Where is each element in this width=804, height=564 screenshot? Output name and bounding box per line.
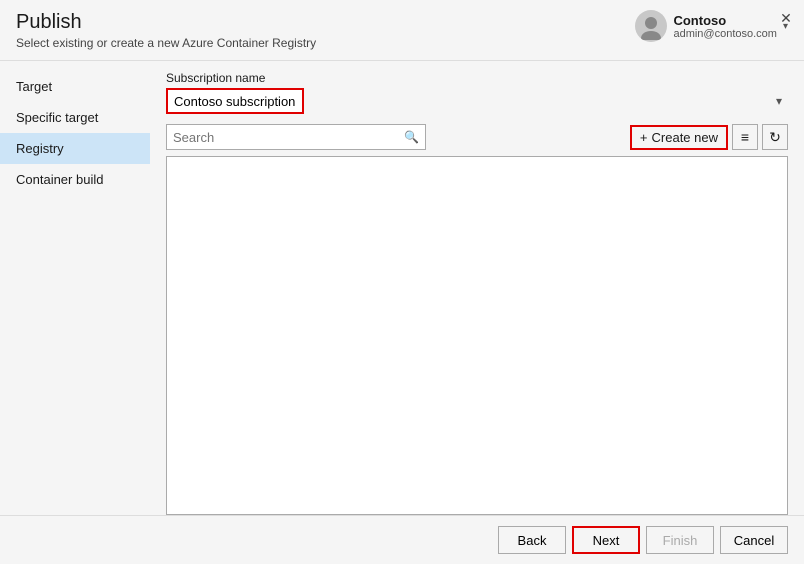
subscription-field-group: Subscription name Contoso subscription	[166, 71, 788, 114]
finish-button[interactable]: Finish	[646, 526, 714, 554]
sidebar-item-target[interactable]: Target	[0, 71, 150, 102]
title-bar: Publish Select existing or create a new …	[0, 0, 804, 54]
user-name: Contoso	[673, 13, 777, 28]
create-new-label: Create new	[652, 130, 718, 145]
registry-list	[166, 156, 788, 515]
subscription-select-wrapper: Contoso subscription	[166, 88, 788, 114]
toolbar-actions: + Create new ≡ ↻	[630, 124, 788, 150]
sidebar-item-specific-target[interactable]: Specific target	[0, 102, 150, 133]
refresh-button[interactable]: ↻	[762, 124, 788, 150]
user-avatar	[635, 10, 667, 42]
subscription-label: Subscription name	[166, 71, 788, 85]
refresh-icon: ↻	[769, 129, 781, 146]
search-icon: 🔍	[404, 130, 419, 144]
footer: Back Next Finish Cancel	[0, 515, 804, 564]
dialog-title: Publish	[16, 10, 316, 34]
title-left: Publish Select existing or create a new …	[16, 10, 316, 50]
user-email: admin@contoso.com	[673, 28, 777, 40]
user-info: Contoso admin@contoso.com	[673, 13, 777, 40]
search-input[interactable]	[173, 130, 404, 145]
back-button[interactable]: Back	[498, 526, 566, 554]
sidebar: Target Specific target Registry Containe…	[0, 71, 150, 515]
close-button[interactable]: ✕	[776, 8, 796, 28]
sidebar-item-container-build[interactable]: Container build	[0, 164, 150, 195]
content-area: Target Specific target Registry Containe…	[0, 61, 804, 515]
columns-button[interactable]: ≡	[732, 124, 758, 150]
main-panel: Subscription name Contoso subscription 🔍…	[150, 71, 804, 515]
plus-icon: +	[640, 130, 648, 145]
columns-icon: ≡	[741, 129, 749, 145]
search-box: 🔍	[166, 124, 426, 150]
create-new-button[interactable]: + Create new	[630, 125, 728, 150]
publish-dialog: Publish Select existing or create a new …	[0, 0, 804, 564]
toolbar-row: 🔍 + Create new ≡ ↻	[166, 124, 788, 150]
dialog-subtitle: Select existing or create a new Azure Co…	[16, 36, 316, 50]
user-section: Contoso admin@contoso.com ▾	[635, 10, 788, 42]
cancel-button[interactable]: Cancel	[720, 526, 788, 554]
sidebar-item-registry[interactable]: Registry	[0, 133, 150, 164]
subscription-select[interactable]: Contoso subscription	[166, 88, 304, 114]
next-button[interactable]: Next	[572, 526, 640, 554]
